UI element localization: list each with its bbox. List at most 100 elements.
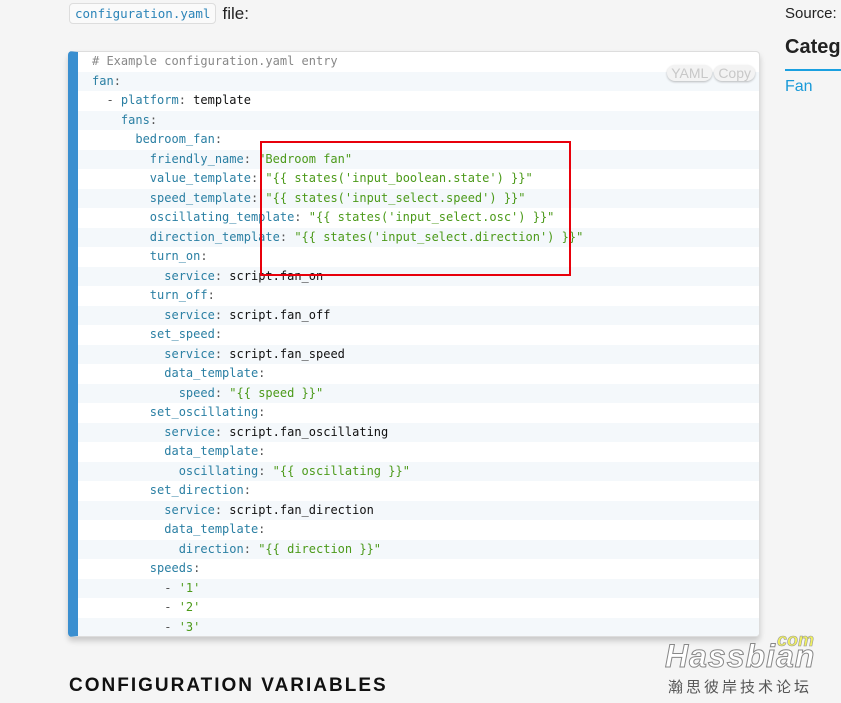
yaml-value: script.fan_direction (229, 502, 374, 517)
yaml-key: data_template (164, 366, 259, 380)
colon: : (214, 346, 223, 361)
code-line: fans: (78, 110, 759, 130)
inline-code-filename: configuration.yaml (69, 3, 217, 24)
yaml-string: '1' (178, 580, 201, 595)
colon: : (214, 424, 223, 439)
intro-suffix: file: (222, 3, 249, 23)
colon: : (207, 288, 215, 302)
highlight-box (260, 141, 571, 276)
code-line: - '2' (78, 598, 759, 618)
colon: : (258, 463, 266, 478)
yaml-key: speeds (149, 561, 194, 575)
code-line: service: script.fan_direction (78, 500, 759, 520)
yaml-key: friendly_name (149, 151, 244, 166)
yaml-key: service (164, 346, 215, 361)
colon: : (250, 171, 259, 185)
yaml-string: '2' (178, 600, 201, 614)
code-line: data_template: (78, 364, 759, 384)
code-line: - '3' (78, 617, 759, 636)
language-badge: YAML (667, 65, 713, 81)
source-label: Source: (785, 5, 837, 22)
colon: : (214, 502, 223, 517)
code-toolbar: YAML Copy (667, 65, 755, 81)
category-link-fan[interactable]: Fan (785, 78, 813, 96)
code-line: speeds: (78, 559, 759, 579)
code-line: service: script.fan_oscillating (78, 422, 759, 442)
colon: : (149, 112, 158, 127)
colon: : (243, 483, 251, 497)
yaml-key: service (164, 424, 215, 439)
yaml-string: "{{ oscillating }}" (272, 463, 410, 478)
list-dash: - (164, 619, 179, 634)
watermark-subtitle: 瀚思彼岸技术论坛 (668, 679, 813, 696)
colon: : (193, 561, 201, 575)
intro-text: configuration.yaml file: (69, 3, 249, 24)
yaml-key: service (164, 307, 215, 322)
yaml-key: set_oscillating (149, 405, 259, 419)
copy-button[interactable]: Copy (714, 65, 755, 81)
yaml-key: platform (120, 93, 179, 107)
yaml-key: direction (178, 541, 244, 556)
colon: : (214, 132, 223, 146)
code-line: fan: (78, 71, 759, 91)
colon: : (250, 190, 259, 205)
code-line: service: script.fan_speed (78, 344, 759, 364)
yaml-key: turn_on (149, 249, 201, 263)
yaml-key: turn_off (149, 288, 208, 302)
code-line: - platform: template (78, 91, 759, 111)
code-line: speed: "{{ speed }}" (78, 383, 759, 403)
colon: : (178, 93, 186, 107)
code-line: # Example configuration.yaml entry (78, 52, 759, 72)
yaml-string: "{{ speed }}" (229, 385, 324, 400)
code-line: data_template: (78, 442, 759, 462)
colon: : (258, 366, 266, 380)
code-line: set_oscillating: (78, 403, 759, 423)
colon: : (200, 249, 208, 263)
list-dash: - (164, 600, 179, 614)
colon: : (258, 522, 266, 536)
yaml-key: data_template (164, 522, 259, 536)
colon: : (113, 73, 121, 88)
code-line: direction: "{{ direction }}" (78, 539, 759, 559)
colon: : (214, 385, 223, 400)
colon: : (214, 268, 223, 283)
colon: : (243, 541, 251, 556)
code-lines: # Example configuration.yaml entry fan: -… (78, 52, 759, 636)
list-dash: - (106, 93, 121, 107)
code-line: - '1' (78, 578, 759, 598)
yaml-value: script.fan_oscillating (229, 424, 389, 439)
yaml-key: data_template (164, 444, 259, 458)
code-line: turn_off: (78, 286, 759, 306)
yaml-string: '3' (178, 619, 201, 634)
yaml-key: speed_template (149, 190, 251, 205)
code-comment: # Example configuration.yaml entry (92, 54, 338, 68)
yaml-key: set_direction (149, 483, 244, 497)
yaml-key: fans (120, 112, 150, 127)
yaml-key: service (164, 268, 215, 283)
category-heading: Categ (785, 36, 841, 71)
code-line: set_speed: (78, 325, 759, 345)
yaml-key: bedroom_fan (135, 132, 215, 146)
yaml-key: fan (92, 73, 114, 88)
code-line: set_direction: (78, 481, 759, 501)
yaml-key: value_template (149, 171, 251, 185)
watermark-brand: Hassbian (664, 638, 816, 675)
colon: : (214, 327, 223, 341)
yaml-value: script.fan_speed (229, 346, 345, 361)
colon: : (243, 151, 251, 166)
yaml-key: oscillating (178, 463, 259, 478)
yaml-string: "{{ direction }}" (258, 541, 382, 556)
section-heading: CONFIGURATION VARIABLES (69, 675, 388, 696)
yaml-key: speed (178, 385, 215, 400)
yaml-value: template (193, 93, 251, 107)
code-line: oscillating: "{{ oscillating }}" (78, 461, 759, 481)
code-block: # Example configuration.yaml entry fan: -… (68, 51, 760, 637)
code-line: data_template: (78, 520, 759, 540)
list-dash: - (164, 580, 179, 595)
yaml-key: set_speed (149, 327, 215, 341)
code-line: service: script.fan_off (78, 305, 759, 325)
yaml-value: script.fan_off (229, 307, 331, 322)
colon: : (214, 307, 223, 322)
colon: : (258, 444, 266, 458)
yaml-key: service (164, 502, 215, 517)
